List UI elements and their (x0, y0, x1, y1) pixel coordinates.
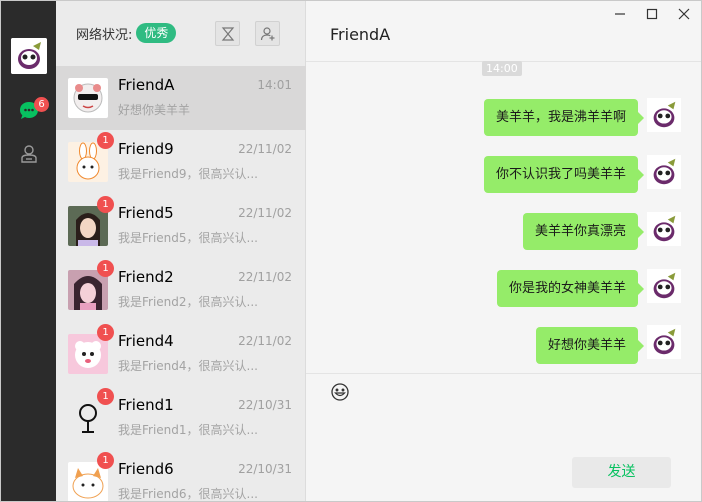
add-contact-button[interactable] (255, 21, 280, 46)
message-bubble: 美羊羊，我是沸羊羊啊 (483, 99, 645, 136)
contact-name: Friend1 (118, 396, 174, 414)
last-message-time: 22/11/02 (238, 206, 292, 220)
network-status: 网络状况: 优秀 (76, 23, 177, 43)
last-message-time: 22/11/02 (238, 142, 292, 156)
last-message-time: 22/10/31 (238, 398, 292, 412)
conversation-list: FriendA 14:01 好想你美羊羊 Friend9 22/11/02 我是… (56, 66, 306, 501)
last-message-preview: 好想你美羊羊 (118, 103, 191, 117)
emoji-button[interactable] (330, 382, 350, 402)
maximize-button[interactable] (645, 7, 659, 21)
minimize-button[interactable] (613, 7, 627, 21)
last-message-preview: 我是Friend2，很高兴认... (118, 295, 258, 309)
last-message-time: 14:01 (257, 78, 292, 92)
sender-avatar (647, 98, 681, 132)
last-message-time: 22/11/02 (238, 270, 292, 284)
contact-name: FriendA (118, 76, 175, 94)
close-icon (678, 8, 690, 20)
contact-avatar (68, 78, 108, 118)
maximize-icon (646, 8, 658, 20)
sender-avatar (647, 269, 681, 303)
last-message-time: 22/10/31 (238, 462, 292, 476)
last-message-preview: 我是Friend9，很高兴认... (118, 167, 258, 181)
last-message-time: 22/11/02 (238, 334, 292, 348)
contact-name: Friend5 (118, 204, 174, 222)
sender-avatar (647, 325, 681, 359)
unread-dot: 1 (97, 324, 114, 341)
conversation-item[interactable]: Friend4 22/11/02 我是Friend4，很高兴认... (56, 322, 306, 386)
unread-dot: 1 (97, 452, 114, 469)
last-message-preview: 我是Friend6，很高兴认... (118, 487, 258, 501)
contact-name: Friend2 (118, 268, 174, 286)
hourglass-icon (221, 26, 234, 41)
sender-avatar (647, 212, 681, 246)
composer-divider (306, 373, 701, 374)
conversation-item[interactable]: Friend2 22/11/02 我是Friend2，很高兴认... (56, 258, 306, 322)
message-bubble: 你不认识我了吗美羊羊 (483, 156, 645, 193)
conversation-item[interactable]: Friend9 22/11/02 我是Friend9，很高兴认... (56, 130, 306, 194)
conversation-list-pane: 网络状况: 优秀 FriendA 14:01 好想你美羊羊 Friend9 22… (56, 1, 306, 501)
message-bubble: 美羊羊你真漂亮 (522, 213, 645, 250)
send-button[interactable]: 发送 (572, 457, 671, 488)
unread-dot: 1 (97, 196, 114, 213)
last-message-preview: 我是Friend1，很高兴认... (118, 423, 258, 437)
message-bubble: 好想你美羊羊 (535, 327, 645, 364)
message-bubble: 你是我的女神美羊羊 (496, 270, 645, 307)
hourglass-button[interactable] (215, 21, 240, 46)
contact-name: Friend9 (118, 140, 174, 158)
chat-pane: FriendA 14:00 美羊羊，我是沸羊羊啊 你不认识我了吗美羊羊 美羊羊你… (306, 1, 701, 501)
unread-dot: 1 (97, 388, 114, 405)
add-user-icon (260, 26, 274, 40)
contacts-icon[interactable] (18, 143, 40, 165)
chat-title: FriendA (330, 25, 391, 44)
network-status-label: 网络状况: (76, 27, 133, 43)
conversation-item[interactable]: Friend5 22/11/02 我是Friend5，很高兴认... (56, 194, 306, 258)
close-button[interactable] (677, 7, 691, 21)
minimize-icon (615, 13, 625, 15)
conversation-item[interactable]: Friend6 22/10/31 我是Friend6，很高兴认... (56, 450, 306, 501)
contact-name: Friend4 (118, 332, 174, 350)
unread-dot: 1 (97, 260, 114, 277)
my-avatar[interactable] (11, 38, 47, 74)
network-quality-badge: 优秀 (136, 23, 177, 43)
unread-badge: 6 (34, 97, 49, 112)
nav-sidebar: 6 (1, 1, 56, 501)
last-message-preview: 我是Friend5，很高兴认... (118, 231, 258, 245)
conversation-item[interactable]: Friend1 22/10/31 我是Friend1，很高兴认... (56, 386, 306, 450)
contact-name: Friend6 (118, 460, 174, 478)
emoji-icon (331, 383, 349, 401)
sender-avatar (647, 155, 681, 189)
conversation-item[interactable]: FriendA 14:01 好想你美羊羊 (56, 66, 306, 130)
last-message-preview: 我是Friend4，很高兴认... (118, 359, 258, 373)
app-window: 6 网络状况: 优秀 FriendA 14:01 好想你美羊羊 Friend9 … (0, 0, 702, 502)
unread-dot: 1 (97, 132, 114, 149)
message-timestamp: 14:00 (482, 61, 522, 76)
